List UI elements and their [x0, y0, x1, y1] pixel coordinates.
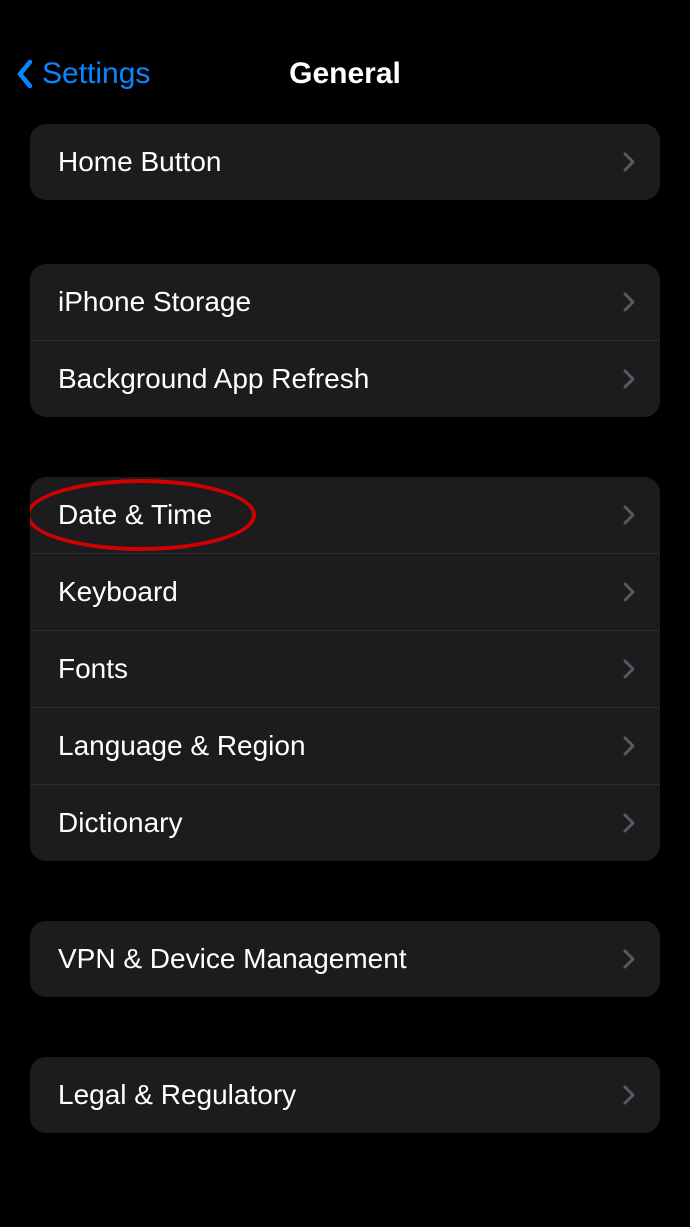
- row-label: Fonts: [58, 653, 128, 685]
- group-legal: Legal & Regulatory: [30, 1057, 660, 1133]
- chevron-right-icon: [622, 504, 636, 526]
- group-storage: iPhone Storage Background App Refresh: [30, 264, 660, 417]
- back-button[interactable]: Settings: [14, 57, 150, 91]
- chevron-right-icon: [622, 291, 636, 313]
- row-date-time[interactable]: Date & Time: [30, 477, 660, 553]
- chevron-left-icon: [14, 59, 36, 89]
- chevron-right-icon: [622, 368, 636, 390]
- group-home: Home Button: [30, 124, 660, 200]
- chevron-right-icon: [622, 151, 636, 173]
- row-fonts[interactable]: Fonts: [30, 630, 660, 707]
- row-legal-regulatory[interactable]: Legal & Regulatory: [30, 1057, 660, 1133]
- chevron-right-icon: [622, 948, 636, 970]
- row-label: Legal & Regulatory: [58, 1079, 296, 1111]
- row-label: Keyboard: [58, 576, 178, 608]
- row-label: iPhone Storage: [58, 286, 251, 318]
- row-dictionary[interactable]: Dictionary: [30, 784, 660, 861]
- row-background-app-refresh[interactable]: Background App Refresh: [30, 340, 660, 417]
- group-system: Date & Time Keyboard Fonts Language & Re…: [30, 477, 660, 861]
- chevron-right-icon: [622, 812, 636, 834]
- row-label: Dictionary: [58, 807, 182, 839]
- row-label: Home Button: [58, 146, 221, 178]
- group-vpn: VPN & Device Management: [30, 921, 660, 997]
- row-label: Date & Time: [58, 499, 212, 531]
- row-label: Background App Refresh: [58, 363, 369, 395]
- chevron-right-icon: [622, 658, 636, 680]
- row-label: VPN & Device Management: [58, 943, 407, 975]
- content: Home Button iPhone Storage Background Ap…: [0, 124, 690, 1133]
- navbar: Settings General: [0, 0, 690, 118]
- row-keyboard[interactable]: Keyboard: [30, 553, 660, 630]
- row-language-region[interactable]: Language & Region: [30, 707, 660, 784]
- row-vpn-device-management[interactable]: VPN & Device Management: [30, 921, 660, 997]
- row-home-button[interactable]: Home Button: [30, 124, 660, 200]
- chevron-right-icon: [622, 735, 636, 757]
- back-label: Settings: [42, 57, 150, 91]
- chevron-right-icon: [622, 581, 636, 603]
- row-iphone-storage[interactable]: iPhone Storage: [30, 264, 660, 340]
- page-title: General: [289, 57, 401, 91]
- row-label: Language & Region: [58, 730, 306, 762]
- chevron-right-icon: [622, 1084, 636, 1106]
